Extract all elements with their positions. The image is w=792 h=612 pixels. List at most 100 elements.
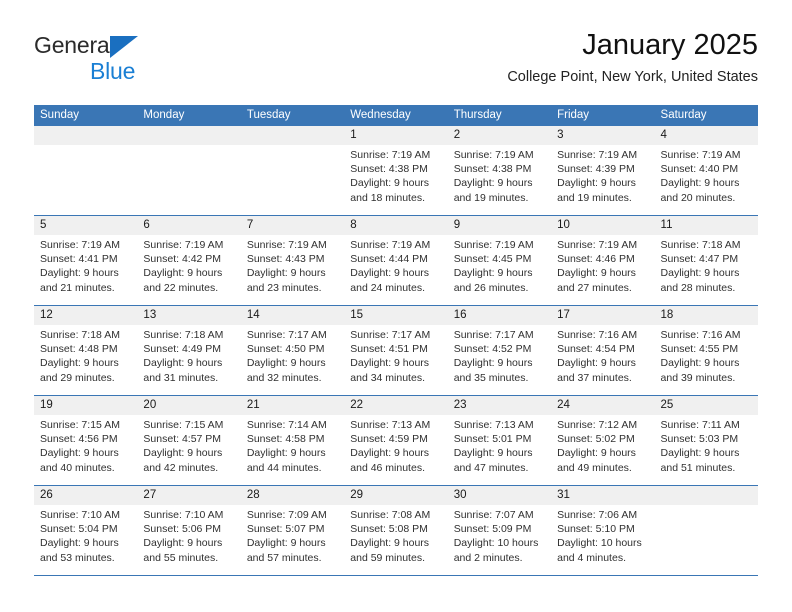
day-cell[interactable]: 21 Sunrise: 7:14 AM Sunset: 4:58 PM Dayligh…: [240, 396, 345, 485]
sunrise-text: Sunrise: 7:16 AM: [557, 329, 638, 341]
sunrise-text: Sunrise: 7:19 AM: [660, 149, 741, 161]
sunset-text: Sunset: 4:42 PM: [143, 253, 222, 266]
sunset-text: Sunset: 4:43 PM: [246, 253, 325, 266]
sunset-text: Sunset: 5:03 PM: [660, 433, 739, 446]
day-cell[interactable]: 24 Sunrise: 7:12 AM Sunset: 5:02 PM Dayligh…: [551, 396, 655, 485]
day-number-band: 19: [34, 396, 138, 415]
day-number: 10: [557, 219, 570, 231]
day-info: Sunrise: 7:08 AM Sunset: 5:08 PM Daylight:…: [344, 505, 447, 565]
day-cell[interactable]: 30 Sunrise: 7:07 AM Sunset: 5:09 PM Dayligh…: [447, 486, 552, 575]
daylight-text-line2: and 51 minutes.: [660, 461, 736, 474]
day-info: Sunrise: 7:11 AM Sunset: 5:03 PM Daylight:…: [655, 415, 758, 475]
day-cell-empty: [137, 126, 241, 215]
day-cell[interactable]: 7 Sunrise: 7:19 AM Sunset: 4:43 PM Daylight…: [240, 216, 345, 305]
sunrise-text: Sunrise: 7:11 AM: [660, 419, 740, 431]
day-cell[interactable]: 3 Sunrise: 7:19 AM Sunset: 4:39 PM Daylight…: [551, 126, 655, 215]
day-number-band: 15: [344, 306, 448, 325]
day-cell[interactable]: 13 Sunrise: 7:18 AM Sunset: 4:49 PM Dayligh…: [137, 306, 241, 395]
sunrise-text: Sunrise: 7:12 AM: [557, 419, 638, 431]
day-cell[interactable]: 26 Sunrise: 7:10 AM Sunset: 5:04 PM Dayligh…: [34, 486, 138, 575]
daylight-text-line1: Daylight: 9 hours: [143, 357, 223, 370]
sunrise-text: Sunrise: 7:18 AM: [660, 239, 741, 251]
day-info: Sunrise: 7:19 AM Sunset: 4:39 PM Daylight:…: [551, 145, 654, 205]
day-number: 11: [660, 219, 673, 231]
day-cell[interactable]: 16 Sunrise: 7:17 AM Sunset: 4:52 PM Dayligh…: [447, 306, 552, 395]
day-cell[interactable]: 8 Sunrise: 7:19 AM Sunset: 4:44 PM Daylight…: [344, 216, 448, 305]
day-number: 14: [246, 309, 260, 321]
daylight-text-line2: and 24 minutes.: [350, 281, 425, 294]
page-title: January 2025: [582, 29, 758, 61]
day-cell[interactable]: 29 Sunrise: 7:08 AM Sunset: 5:08 PM Dayligh…: [344, 486, 448, 575]
day-cell[interactable]: 11 Sunrise: 7:18 AM Sunset: 4:47 PM Dayligh…: [654, 216, 758, 305]
daylight-text-line2: and 19 minutes.: [557, 191, 632, 204]
calendar-week-row: 26 Sunrise: 7:10 AM Sunset: 5:04 PM Dayligh…: [34, 486, 758, 576]
sunset-text: Sunset: 4:46 PM: [557, 253, 635, 266]
day-cell[interactable]: 31 Sunrise: 7:06 AM Sunset: 5:10 PM Dayligh…: [551, 486, 655, 575]
day-number: 18: [660, 309, 674, 321]
day-cell[interactable]: 6 Sunrise: 7:19 AM Sunset: 4:42 PM Daylight…: [137, 216, 241, 305]
day-cell[interactable]: 27 Sunrise: 7:10 AM Sunset: 5:06 PM Dayligh…: [137, 486, 241, 575]
daylight-text-line1: Daylight: 9 hours: [350, 447, 430, 460]
day-cell[interactable]: 28 Sunrise: 7:09 AM Sunset: 5:07 PM Dayligh…: [240, 486, 345, 575]
day-cell[interactable]: 12 Sunrise: 7:18 AM Sunset: 4:48 PM Dayligh…: [34, 306, 138, 395]
day-number-band: 3: [551, 126, 655, 145]
daylight-text-line2: and 26 minutes.: [453, 281, 529, 294]
day-cell[interactable]: 20 Sunrise: 7:15 AM Sunset: 4:57 PM Dayligh…: [137, 396, 241, 485]
sunset-text: Sunset: 4:57 PM: [143, 433, 222, 446]
daylight-text-line2: and 21 minutes.: [40, 281, 115, 294]
daylight-text-line1: Daylight: 9 hours: [40, 447, 119, 460]
day-number-band: 8: [344, 216, 448, 235]
daylight-text-line2: and 55 minutes.: [143, 551, 219, 564]
sunrise-text: Sunrise: 7:10 AM: [143, 509, 224, 521]
sunset-text: Sunset: 5:10 PM: [557, 523, 635, 536]
day-number-band: 6: [137, 216, 241, 235]
sunrise-text: Sunrise: 7:17 AM: [350, 329, 431, 341]
sunset-text: Sunset: 5:01 PM: [453, 433, 532, 446]
daylight-text-line1: Daylight: 9 hours: [40, 357, 119, 370]
weekday-header-friday: Friday: [557, 109, 590, 121]
sunset-text: Sunset: 4:49 PM: [143, 343, 222, 356]
weekday-header-sunday: Sunday: [40, 109, 80, 121]
general-blue-logo[interactable]: General Blue: [34, 32, 254, 88]
sunset-text: Sunset: 4:38 PM: [453, 163, 532, 176]
day-cell[interactable]: 14 Sunrise: 7:17 AM Sunset: 4:50 PM Dayligh…: [240, 306, 345, 395]
day-cell[interactable]: 25 Sunrise: 7:11 AM Sunset: 5:03 PM Dayligh…: [654, 396, 758, 485]
day-number: 17: [557, 309, 570, 321]
sunset-text: Sunset: 4:44 PM: [350, 253, 428, 266]
sunrise-text: Sunrise: 7:18 AM: [40, 329, 120, 341]
day-cell[interactable]: 23 Sunrise: 7:13 AM Sunset: 5:01 PM Dayligh…: [447, 396, 552, 485]
day-cell[interactable]: 10 Sunrise: 7:19 AM Sunset: 4:46 PM Dayligh…: [551, 216, 655, 305]
sunset-text: Sunset: 5:06 PM: [143, 523, 222, 536]
daylight-text-line2: and 59 minutes.: [350, 551, 425, 564]
day-number-band: 23: [447, 396, 552, 415]
day-cell[interactable]: 1 Sunrise: 7:19 AM Sunset: 4:38 PM Daylight…: [344, 126, 448, 215]
day-cell[interactable]: 22 Sunrise: 7:13 AM Sunset: 4:59 PM Dayligh…: [344, 396, 448, 485]
daylight-text-line2: and 57 minutes.: [246, 551, 322, 564]
day-info: Sunrise: 7:18 AM Sunset: 4:48 PM Daylight:…: [34, 325, 137, 385]
day-cell[interactable]: 15 Sunrise: 7:17 AM Sunset: 4:51 PM Dayligh…: [344, 306, 448, 395]
daylight-text-line2: and 32 minutes.: [246, 371, 322, 384]
day-number: 3: [557, 129, 564, 141]
daylight-text-line1: Daylight: 9 hours: [557, 357, 636, 370]
day-info: Sunrise: 7:17 AM Sunset: 4:50 PM Daylight:…: [241, 325, 344, 385]
day-number-band: 11: [654, 216, 758, 235]
day-cell[interactable]: 2 Sunrise: 7:19 AM Sunset: 4:38 PM Daylight…: [447, 126, 552, 215]
day-cell[interactable]: 19 Sunrise: 7:15 AM Sunset: 4:56 PM Dayligh…: [34, 396, 138, 485]
day-cell[interactable]: 5 Sunrise: 7:19 AM Sunset: 4:41 PM Daylight…: [34, 216, 138, 305]
daylight-text-line2: and 18 minutes.: [350, 191, 425, 204]
daylight-text-line2: and 42 minutes.: [143, 461, 219, 474]
day-info: Sunrise: 7:12 AM Sunset: 5:02 PM Daylight:…: [551, 415, 654, 475]
weekday-header-saturday: Saturday: [660, 109, 707, 121]
day-info: Sunrise: 7:16 AM Sunset: 4:55 PM Daylight:…: [655, 325, 758, 385]
day-cell[interactable]: 4 Sunrise: 7:19 AM Sunset: 4:40 PM Daylight…: [654, 126, 758, 215]
day-cell[interactable]: 18 Sunrise: 7:16 AM Sunset: 4:55 PM Dayligh…: [654, 306, 758, 395]
daylight-text-line1: Daylight: 9 hours: [660, 447, 740, 460]
daylight-text-line1: Daylight: 9 hours: [143, 267, 223, 280]
daylight-text-line2: and 19 minutes.: [453, 191, 529, 204]
sunrise-text: Sunrise: 7:17 AM: [453, 329, 534, 341]
day-info: Sunrise: 7:19 AM Sunset: 4:38 PM Daylight:…: [448, 145, 551, 205]
day-number: 27: [143, 489, 157, 501]
day-cell[interactable]: 17 Sunrise: 7:16 AM Sunset: 4:54 PM Dayligh…: [551, 306, 655, 395]
day-cell[interactable]: 9 Sunrise: 7:19 AM Sunset: 4:45 PM Daylight…: [447, 216, 552, 305]
sunset-text: Sunset: 5:02 PM: [557, 433, 635, 446]
